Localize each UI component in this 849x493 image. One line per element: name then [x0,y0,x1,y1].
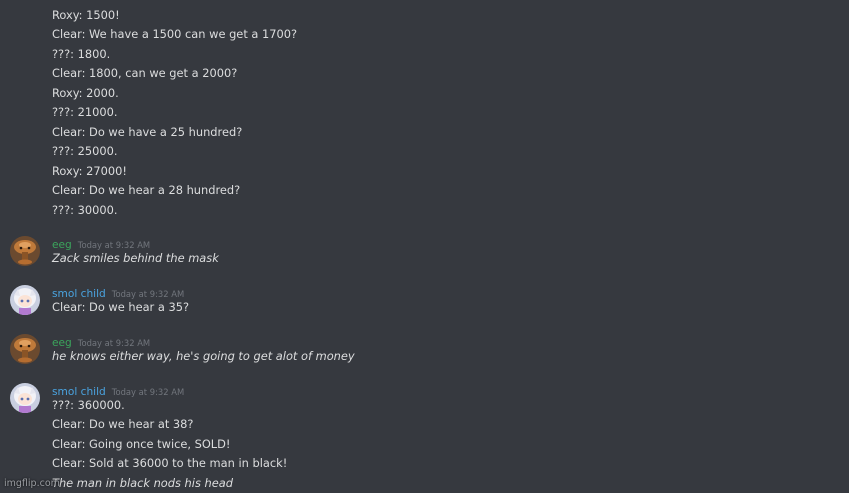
message-text: Clear: Sold at 36000 to the man in black… [52,456,288,470]
message-text: The man in black nods his head [52,476,233,490]
message-text: Roxy: 27000! [52,164,127,178]
message-text: ???: 360000. [52,398,125,412]
message-text: Clear: 1800, can we get a 2000? [52,66,238,80]
imgflip-watermark: imgflip.com [4,478,60,489]
message-text: Clear: Do we hear at 38? [52,417,194,431]
timestamp: Today at 9:32 AM [111,387,185,397]
smol-child-avatar[interactable] [10,285,40,315]
message-header: eeg Today at 9:32 AM [52,334,150,350]
smol-child-avatar[interactable] [10,383,40,413]
message-text: ???: 30000. [52,203,118,217]
white-haired-girl-avatar-icon [10,285,40,315]
brown-cartoon-avatar-icon [10,236,40,266]
username[interactable]: eeg [52,239,72,251]
message-text: Clear: Going once twice, SOLD! [52,437,231,451]
message-text: ???: 21000. [52,105,118,119]
message-text: Roxy: 1500! [52,8,120,22]
message-text: Clear: Do we hear a 35? [52,300,190,314]
message-text: ???: 25000. [52,144,118,158]
timestamp: Today at 9:32 AM [77,240,151,250]
message-text: he knows either way, he's going to get a… [52,349,355,363]
message-text: Roxy: 2000. [52,86,119,100]
username[interactable]: eeg [52,337,72,349]
message-header: eeg Today at 9:32 AM [52,236,150,252]
message-text: Clear: Do we hear a 28 hundred? [52,183,241,197]
timestamp: Today at 9:32 AM [77,338,151,348]
brown-cartoon-avatar-icon [10,334,40,364]
eeg-avatar[interactable] [10,236,40,266]
white-haired-girl-avatar-icon [10,383,40,413]
message-header: smol child Today at 9:32 AM [52,285,184,301]
message-text: Zack smiles behind the mask [52,251,219,265]
timestamp: Today at 9:32 AM [111,289,185,299]
username[interactable]: smol child [52,386,106,398]
chat-message-list: Roxy: 1500! Clear: We have a 1500 can we… [0,0,849,493]
username[interactable]: smol child [52,288,106,300]
message-header: smol child Today at 9:32 AM [52,383,184,399]
message-text: Clear: Do we have a 25 hundred? [52,125,243,139]
message-text: ???: 1800. [52,47,111,61]
message-text: Clear: We have a 1500 can we get a 1700? [52,27,298,41]
eeg-avatar[interactable] [10,334,40,364]
